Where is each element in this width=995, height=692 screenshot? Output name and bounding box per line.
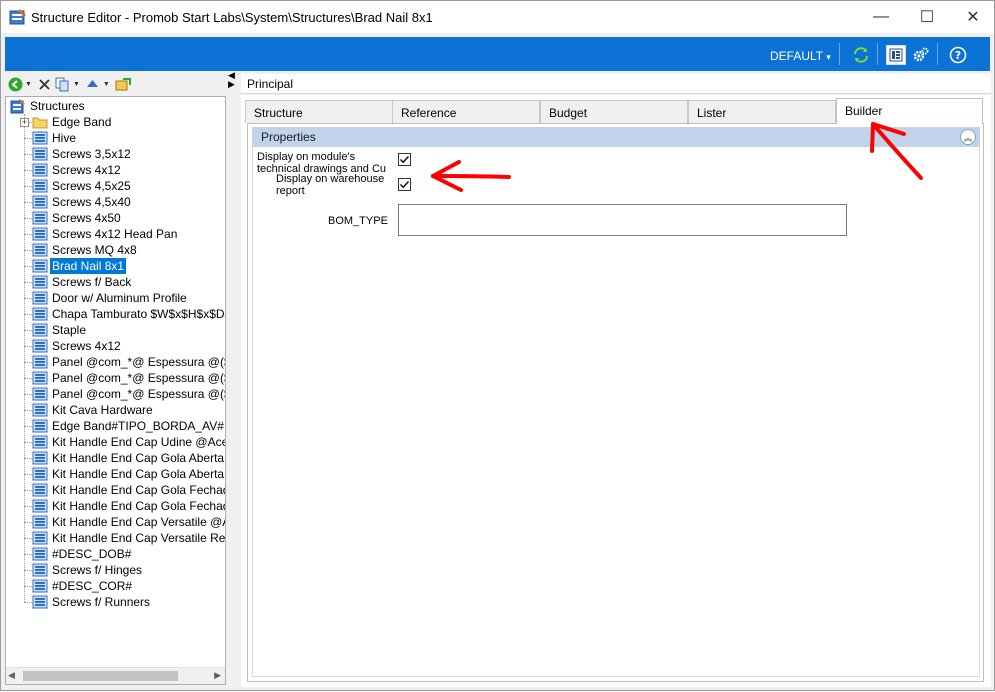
arrow-to-builder-tab [870,122,923,180]
structure-editor-window: Structure Editor - Promob Start Labs\Sys… [0,0,995,691]
annotation-arrows [431,122,923,192]
arrow-to-checkbox [431,160,511,192]
